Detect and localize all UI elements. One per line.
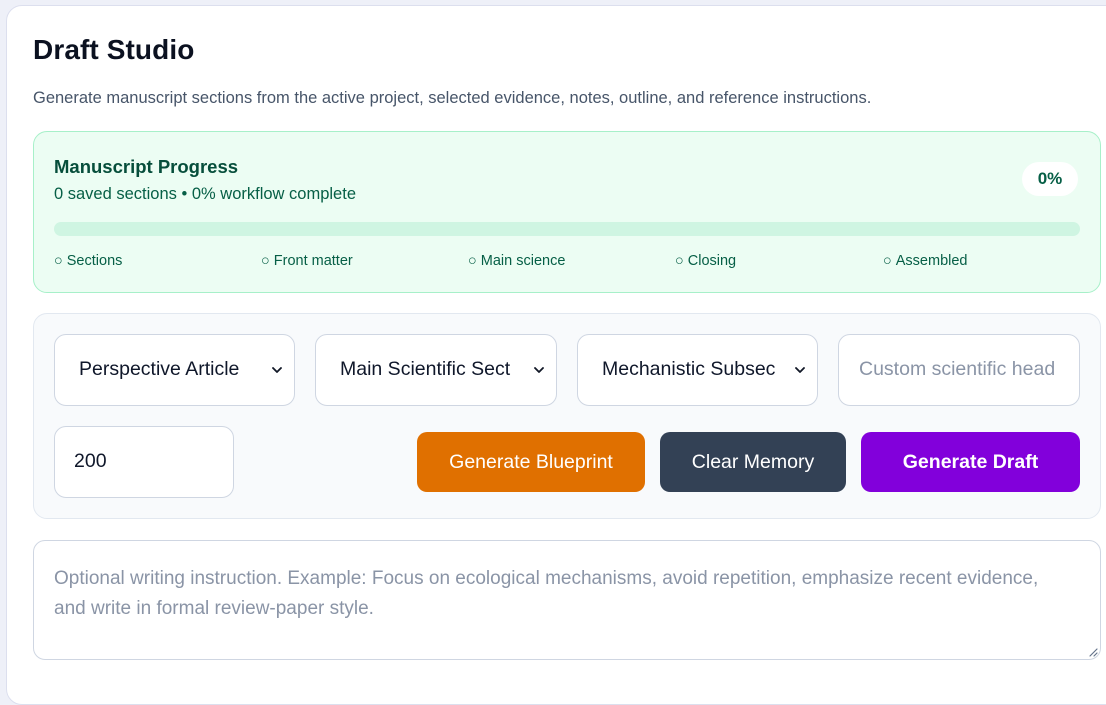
generate-blueprint-button[interactable]: Generate Blueprint bbox=[417, 432, 645, 492]
milestone-main-science: ○ Main science bbox=[468, 253, 565, 269]
subsection-select[interactable]: Mechanistic Subsec bbox=[577, 334, 818, 406]
milestone-label: Assembled bbox=[895, 253, 968, 269]
milestone-list: ○ Sections ○ Front matter ○ Main science ○ C… bbox=[54, 253, 1089, 273]
word-count-input[interactable]: 200 bbox=[54, 426, 234, 498]
milestone-closing: ○ Closing bbox=[675, 253, 736, 269]
section-group-select[interactable]: Main Scientific Sect bbox=[315, 334, 557, 406]
resize-handle-icon[interactable] bbox=[1088, 647, 1098, 657]
draft-studio-card: Draft Studio Generate manuscript section… bbox=[6, 5, 1106, 705]
manuscript-progress-panel: Manuscript Progress 0 saved sections • 0… bbox=[33, 131, 1101, 293]
milestone-circle-icon: ○ bbox=[54, 253, 63, 269]
page-title: Draft Studio bbox=[33, 34, 195, 65]
custom-heading-placeholder: Custom scientific head bbox=[859, 358, 1056, 380]
progress-summary: 0 saved sections • 0% workflow complete bbox=[54, 185, 356, 203]
milestone-label: Front matter bbox=[273, 253, 353, 269]
milestone-front-matter: ○ Front matter bbox=[261, 253, 353, 269]
milestone-circle-icon: ○ bbox=[883, 253, 892, 269]
milestone-circle-icon: ○ bbox=[468, 253, 477, 269]
custom-heading-input[interactable]: Custom scientific head bbox=[838, 334, 1080, 406]
chevron-down-icon bbox=[534, 367, 544, 373]
generate-draft-button[interactable]: Generate Draft bbox=[861, 432, 1080, 492]
chevron-down-icon bbox=[795, 367, 805, 373]
clear-memory-button[interactable]: Clear Memory bbox=[660, 432, 846, 492]
progress-bar-track bbox=[54, 222, 1080, 236]
progress-percent-badge: 0% bbox=[1022, 162, 1078, 196]
milestone-label: Main science bbox=[480, 253, 566, 269]
milestone-label: Closing bbox=[687, 253, 737, 269]
writing-instruction-textarea[interactable]: Optional writing instruction. Example: F… bbox=[33, 540, 1101, 660]
word-count-value: 200 bbox=[74, 450, 107, 472]
milestone-assembled: ○ Assembled bbox=[883, 253, 968, 269]
milestone-sections: ○ Sections bbox=[54, 253, 122, 269]
progress-title: Manuscript Progress bbox=[54, 156, 239, 177]
milestone-circle-icon: ○ bbox=[261, 253, 270, 269]
milestone-label: Sections bbox=[66, 253, 123, 269]
chevron-down-icon bbox=[272, 367, 282, 373]
subsection-value: Mechanistic Subsec bbox=[602, 358, 776, 380]
writing-instruction-placeholder: Optional writing instruction. Example: F… bbox=[54, 568, 1039, 619]
draft-controls-panel: Perspective Article Main Scientific Sect… bbox=[33, 313, 1101, 519]
article-type-value: Perspective Article bbox=[79, 358, 240, 380]
page-subtitle: Generate manuscript sections from the ac… bbox=[33, 89, 872, 107]
article-type-select[interactable]: Perspective Article bbox=[54, 334, 295, 406]
milestone-circle-icon: ○ bbox=[675, 253, 684, 269]
section-group-value: Main Scientific Sect bbox=[340, 358, 511, 380]
